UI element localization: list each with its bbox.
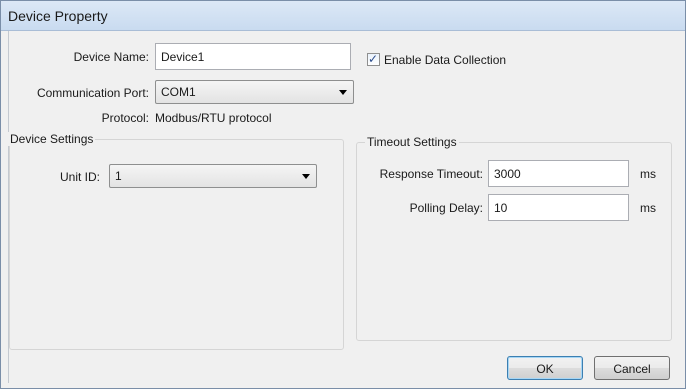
ok-button[interactable]: OK: [507, 356, 583, 380]
enable-data-collection-checkbox[interactable]: ✓: [367, 52, 380, 66]
cancel-button[interactable]: Cancel: [594, 356, 670, 380]
device-property-dialog: Device Property Device Name: Device1 ✓ E…: [0, 0, 686, 389]
checkmark-icon: ✓: [368, 52, 379, 66]
chevron-down-icon: [302, 174, 310, 179]
dialog-title: Device Property: [8, 8, 108, 24]
communication-port-label: Communication Port:: [36, 86, 149, 100]
dialog-body: Device Name: Device1 ✓ Enable Data Colle…: [8, 31, 678, 383]
device-name-field[interactable]: Device1: [155, 43, 351, 70]
polling-delay-field[interactable]: 10: [488, 194, 629, 221]
response-timeout-unit: ms: [640, 167, 656, 181]
polling-delay-unit: ms: [640, 201, 656, 215]
unit-id-select[interactable]: 1: [109, 164, 317, 188]
response-timeout-field[interactable]: 3000: [488, 160, 629, 187]
unit-id-label: Unit ID:: [59, 170, 100, 184]
communication-port-select[interactable]: COM1: [155, 80, 354, 104]
response-timeout-label: Response Timeout:: [379, 167, 483, 181]
timeout-settings-title: Timeout Settings: [365, 135, 459, 149]
device-settings-group: Device Settings Unit ID: 1: [8, 132, 344, 350]
device-name-label: Device Name:: [73, 50, 149, 64]
enable-data-collection-label: Enable Data Collection: [384, 53, 507, 67]
protocol-label: Protocol:: [101, 111, 149, 125]
communication-port-value: COM1: [161, 85, 196, 99]
title-bar: Device Property: [1, 1, 685, 31]
polling-delay-label: Polling Delay:: [409, 201, 483, 215]
unit-id-value: 1: [115, 169, 122, 183]
device-settings-title: Device Settings: [8, 132, 96, 146]
timeout-settings-group: Timeout Settings Response Timeout: 3000 …: [356, 135, 672, 341]
protocol-value: Modbus/RTU protocol: [155, 111, 272, 125]
chevron-down-icon: [339, 90, 347, 95]
